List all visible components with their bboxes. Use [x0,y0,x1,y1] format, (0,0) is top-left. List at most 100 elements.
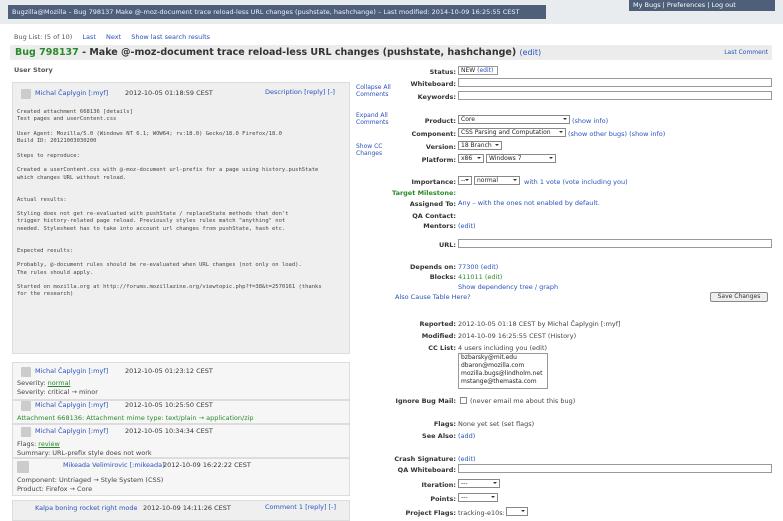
keywords-input[interactable] [458,91,772,100]
avatar [21,401,31,411]
points-select[interactable]: --- [458,493,498,502]
change-line: Component: Untriaged → Style System (CSS… [17,476,164,484]
last-comment-link[interactable]: Last Comment [724,45,768,60]
ignore-mail-text: (never email me about this bug) [470,397,576,405]
comment-time: 2012-10-05 10:34:34 CEST [125,427,213,435]
last-link[interactable]: Last [82,33,96,41]
expand-all-link[interactable]: Expand All Comments [356,112,392,126]
product-info-link[interactable]: (show info) [572,117,608,125]
product-select[interactable]: Core [458,115,570,124]
depends-link[interactable]: 77300 (edit) [458,263,498,271]
show-results-link[interactable]: Show last search results [131,33,210,41]
importance-label: Importance: [411,178,457,186]
target-milestone-label[interactable]: Target Milestone: [380,189,456,197]
change-line: Severity: critical → minor [17,388,98,396]
see-also-label: See Also: [422,432,456,440]
comment-author[interactable]: Michal Čaplygin [:myf] [35,401,108,409]
vote-link[interactable]: with 1 vote (vote including you) [524,178,628,186]
comment-change: Michal Čaplygin [:myf] 2012-10-05 01:23:… [12,362,350,400]
priority-select[interactable]: -- [458,176,472,185]
change-line: Flags: review [17,440,60,448]
bug-title-bar: Bug 798137 - Make @-moz-document trace r… [10,45,772,60]
qa-contact-label: QA Contact: [412,212,456,220]
cc-user[interactable]: mozilla.bugs@lindholm.net [461,370,547,378]
cc-user[interactable]: dbaron@mozilla.com [461,362,547,370]
ignore-mail-checkbox[interactable] [460,397,467,404]
avatar [21,427,31,437]
bug-summary: - Make @-moz-document trace reload-less … [82,47,517,58]
os-select[interactable]: Windows 7 [486,154,556,163]
status-field[interactable]: NEW (edit) [458,66,498,75]
blocks-label: Blocks: [429,273,456,281]
qa-whiteboard-input[interactable] [458,464,772,473]
crash-signature-label: Crash Signature: [394,455,456,463]
whiteboard-input[interactable] [458,78,772,87]
top-bar: Bugzilla@Mozilla – Bug 798137 Make @-moz… [0,0,783,24]
next-link[interactable]: Next [106,33,121,41]
save-changes-button[interactable]: Save Changes [710,292,768,302]
collapse-all-link[interactable]: Collapse All Comments [356,84,392,98]
comment-author[interactable]: Michal Čaplygin [:myf] [35,367,108,375]
comment-actions[interactable]: Description [reply] [-] [265,88,335,96]
change-line: Severity: normal [17,379,71,387]
component-select[interactable]: CSS Parsing and Computation [458,128,566,137]
avatar [21,367,31,377]
hardware-select[interactable]: x86 [458,154,484,163]
tracking-e10s-select[interactable] [506,507,528,516]
comment-author[interactable]: Kalpa boning rocket right mode [35,504,137,512]
dependency-tree-link[interactable]: Show dependency tree / graph [458,283,558,291]
account-links[interactable]: My Bugs | Preferences | Log out [629,0,775,11]
cc-summary[interactable]: 4 users including you (edit) [458,344,547,352]
comment-change: Mikeada Velimirovic [:mikeada] 2012-10-0… [12,458,350,496]
severity-select[interactable]: normal [474,176,520,185]
summary-edit-link[interactable]: (edit) [520,48,542,57]
comment-author[interactable]: Michal Čaplygin [:myf] [35,89,108,97]
comment-time: 2012-10-05 01:18:59 CEST [125,89,213,97]
comment-time: 2012-10-09 14:11:26 CEST [143,504,231,512]
comment-author[interactable]: Mikeada Velimirovic [:mikeada] [63,461,165,469]
version-select[interactable]: 18 Branch [458,141,502,150]
comment-next: Kalpa boning rocket right mode 2012-10-0… [12,500,350,521]
blocks-link[interactable]: 411011 (edit) [458,273,502,281]
component-info-link[interactable]: (show other bugs) (show info) [568,130,665,138]
reported-value: 2012-10-05 01:18 CEST by Michal Čaplygin… [458,320,621,328]
assigned-label: Assigned To: [409,200,456,208]
project-flags-value: tracking-e10s: [458,509,505,517]
modified-label: Modified: [421,332,456,340]
cc-user[interactable]: mstange@themasta.com [461,378,547,386]
bug-list-nav: Bug List: (5 of 10) Last Next Show last … [14,33,210,41]
component-label: Component: [411,130,457,138]
qa-whiteboard-label: QA Whiteboard: [397,466,456,474]
avatar [17,461,29,473]
mentors-edit-link[interactable]: (edit) [458,222,476,230]
product-label: Product: [424,117,456,125]
comment-actions[interactable]: Comment 1 [reply] [-] [265,503,336,511]
version-label: Version: [425,143,456,151]
cc-list-box[interactable]: bzbarsky@mit.edu dbaron@mozilla.com mozi… [458,353,548,389]
comment-time: 2012-10-09 16:22:22 CEST [163,461,251,469]
comment-author[interactable]: Michal Čaplygin [:myf] [35,427,108,435]
target-milestone-link[interactable]: Any – with the ones not enabled by defau… [458,199,600,207]
keywords-label: Keywords: [417,93,456,101]
flags-value[interactable]: None yet set (set flags) [458,420,534,428]
comment-body: Created attachment 668136 [details] Test… [17,109,322,298]
bug-id[interactable]: Bug 798137 [15,47,79,58]
modified-value: 2014-10-09 16:25:55 CEST (History) [458,332,577,340]
url-input[interactable] [458,239,772,248]
change-line: Product: Firefox → Core [17,485,93,493]
crash-signature-edit-link[interactable]: (edit) [458,455,476,463]
project-flags-label: Project Flags: [405,509,456,517]
comment-time: 2012-10-05 01:23:12 CEST [125,367,213,375]
avatar [21,89,31,99]
see-also-add-link[interactable]: (add) [458,432,475,440]
show-cc-link[interactable]: Show CC Changes [356,143,392,157]
comment-description: Michal Čaplygin [:myf] 2012-10-05 01:18:… [12,82,350,354]
reported-label: Reported: [419,320,456,328]
change-line: Attachment 668136: Attachment mime type:… [17,414,254,422]
hidden-fields-link[interactable]: Also Cause Table Here? [395,293,471,301]
flags-label: Flags: [433,420,456,428]
cc-list-label: CC List: [428,344,456,352]
cc-user[interactable]: bzbarsky@mit.edu [461,354,547,362]
iteration-select[interactable]: --- [458,479,500,488]
whiteboard-label: Whiteboard: [410,80,456,88]
